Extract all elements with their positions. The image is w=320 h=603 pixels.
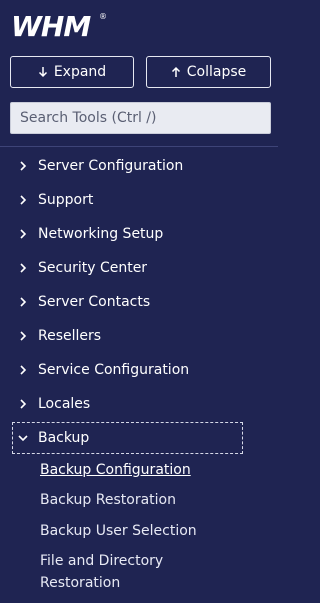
chevron-right-icon	[17, 296, 29, 308]
arrow-up-icon	[171, 66, 181, 78]
nav-item-label: Server Configuration	[38, 158, 184, 174]
chevron-right-icon	[17, 194, 29, 206]
subnav-backup-configuration[interactable]: Backup Configuration	[40, 459, 191, 481]
subnav-file-and-directory-restoration[interactable]: File and Directory Restoration	[40, 550, 210, 594]
subnav-backup-user-selection[interactable]: Backup User Selection	[40, 520, 197, 542]
chevron-down-icon	[17, 432, 29, 444]
arrow-down-icon	[38, 66, 48, 78]
nav-item-label: Service Configuration	[38, 362, 190, 378]
chevron-right-icon	[17, 160, 29, 172]
nav-item-label: Server Contacts	[38, 294, 151, 310]
nav-item-label: Networking Setup	[38, 226, 164, 242]
expand-label: Expand	[53, 64, 107, 80]
whm-logo-mark: WHM ®	[11, 10, 107, 43]
logo-text: WHM	[11, 10, 91, 43]
nav-item-server-contacts[interactable]: Server Contacts	[13, 287, 242, 317]
search-tools-input[interactable]: Search Tools (Ctrl /)	[10, 102, 271, 134]
nav-item-server-configuration[interactable]: Server Configuration	[13, 151, 242, 181]
chevron-right-icon	[17, 398, 29, 410]
search-placeholder: Search Tools (Ctrl /)	[20, 110, 157, 126]
nav-item-locales[interactable]: Locales	[13, 389, 242, 419]
divider	[0, 146, 278, 147]
nav-item-label: Locales	[38, 396, 91, 412]
nav-item-label: Support	[38, 192, 94, 208]
expand-button[interactable]: Expand	[10, 56, 134, 88]
nav-item-label: Resellers	[38, 328, 102, 344]
nav-item-networking-setup[interactable]: Networking Setup	[13, 219, 242, 249]
nav-item-label: Security Center	[38, 260, 148, 276]
subnav-backup-restoration[interactable]: Backup Restoration	[40, 489, 176, 511]
nav-item-security-center[interactable]: Security Center	[13, 253, 242, 283]
chevron-right-icon	[17, 262, 29, 274]
chevron-right-icon	[17, 364, 29, 376]
chevron-right-icon	[17, 330, 29, 342]
chevron-right-icon	[17, 228, 29, 240]
collapse-label: Collapse	[186, 64, 247, 80]
nav-item-support[interactable]: Support	[13, 185, 242, 215]
whm-logo[interactable]: WHM ®	[11, 9, 111, 43]
collapse-button[interactable]: Collapse	[146, 56, 271, 88]
nav-item-label: Backup	[38, 430, 90, 446]
registered-mark: ®	[99, 12, 107, 21]
nav-item-backup[interactable]: Backup	[12, 422, 243, 454]
nav-item-resellers[interactable]: Resellers	[13, 321, 242, 351]
nav-item-service-configuration[interactable]: Service Configuration	[13, 355, 242, 385]
